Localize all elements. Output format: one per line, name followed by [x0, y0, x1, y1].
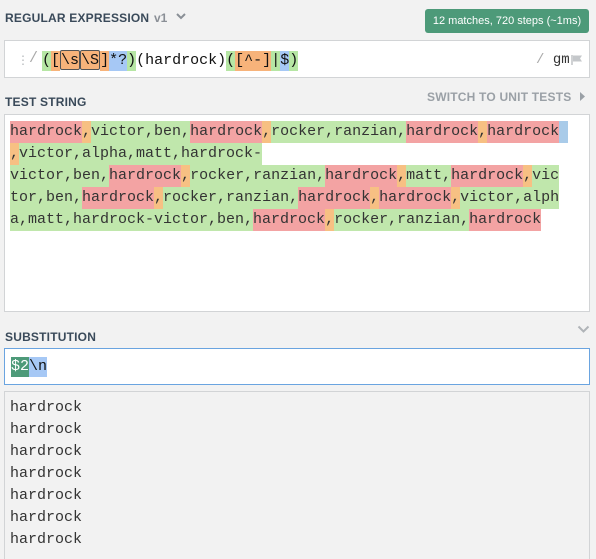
match-info-badge: 12 matches, 720 steps (~1ms) [425, 9, 589, 33]
result-line: hardrock [10, 487, 83, 504]
match-highlight: rocker,ranzian, [271, 121, 407, 143]
match-highlight: , [325, 209, 335, 231]
match-highlight: , [154, 187, 164, 209]
match-highlight: victor,ben, [91, 121, 191, 143]
match-group-highlight: hardrock [469, 209, 542, 231]
test-string-line[interactable]: ,victor,alpha,matt,hardrock- [10, 143, 584, 165]
regex-token[interactable]: ) [127, 51, 137, 71]
match-group-highlight: hardrock [82, 187, 155, 209]
match-highlight: a,matt,hardrock-victor,ben, [10, 209, 254, 231]
match-highlight: rocker,ranzian, [190, 165, 326, 187]
switch-to-unit-tests-link[interactable]: SWITCH TO UNIT TESTS [427, 90, 571, 104]
match-group-highlight: hardrock [487, 121, 560, 143]
regex-token[interactable]: | [271, 51, 281, 71]
regex-token[interactable]: ) [289, 51, 299, 71]
match-highlight: , [478, 121, 488, 143]
test-string-text[interactable]: hardrock,victor,ben,hardrock,rocker,ranz… [10, 121, 584, 231]
match-group-highlight: hardrock [109, 165, 182, 187]
match-highlight: , [262, 121, 272, 143]
match-highlight: rocker,ranzian, [163, 187, 299, 209]
result-line: hardrock [10, 399, 83, 416]
test-string-editor[interactable]: hardrock,victor,ben,hardrock,rocker,ranz… [4, 114, 590, 312]
substitution-input[interactable]: $2\n [4, 348, 590, 385]
regex-token[interactable]: ( [136, 51, 145, 71]
regex-token[interactable]: ] [100, 51, 110, 71]
regex-section-header: REGULAR EXPRESSION v1 12 matches, 720 st… [0, 0, 596, 33]
test-string-line[interactable]: victor,ben,hardrock,rocker,ranzian,hardr… [10, 165, 584, 187]
match-highlight: matt, [406, 165, 452, 187]
match-group-highlight: hardrock [253, 209, 326, 231]
regex-token[interactable]: [ [51, 51, 61, 71]
test-section-title: TEST STRING [5, 95, 87, 109]
match-highlight: , [181, 165, 191, 187]
match-highlight: , [10, 143, 20, 165]
regex-token[interactable]: ( [226, 51, 236, 71]
substitution-token[interactable]: \n [29, 357, 48, 377]
regex-token[interactable]: $ [280, 51, 290, 71]
match-group-highlight: hardrock [379, 187, 452, 209]
chevron-down-icon[interactable] [175, 9, 187, 23]
regex-flags[interactable]: / gm [536, 52, 570, 68]
match-highlight: , [397, 165, 407, 187]
match-highlight: , [82, 121, 92, 143]
caret-right-icon[interactable] [579, 92, 586, 101]
flag-icon[interactable] [570, 54, 584, 66]
regex-section-title: REGULAR EXPRESSION [5, 11, 150, 25]
match-group-highlight: hardrock [325, 165, 398, 187]
match-highlight: victor,alph [460, 187, 560, 209]
result-line: hardrock [10, 465, 83, 482]
match-group-highlight: hardrock [451, 165, 524, 187]
match-group-highlight: hardrock [190, 121, 263, 143]
chevron-down-icon[interactable] [577, 325, 590, 334]
substitution-token[interactable]: $2 [11, 357, 30, 377]
regex-delimiter-close: / [536, 52, 545, 68]
result-list: hardrock hardrock hardrock hardrock hardrock… [10, 397, 82, 551]
regex-delimiter-open: / [29, 50, 39, 67]
grip-dots-icon[interactable]: ⋮ [17, 53, 29, 67]
regex-token[interactable]: [^-] [235, 51, 272, 71]
regex-token[interactable]: *? [109, 51, 128, 71]
match-highlight: , [451, 187, 461, 209]
result-line: hardrock [10, 509, 83, 526]
regex-token[interactable]: ) [217, 51, 226, 71]
test-string-line[interactable]: a,matt,hardrock-victor,ben,hardrock,rock… [10, 209, 584, 231]
regex-input[interactable]: ⋮ / ([\s \S]*?)(hardrock)([^-]|$) / gm [4, 40, 590, 78]
regex-token[interactable]: hardrock [145, 51, 217, 71]
regex-pattern[interactable]: ([\s \S]*?)(hardrock)([^-]|$) [42, 50, 299, 71]
match-group-highlight: hardrock [10, 121, 83, 143]
substitution-section-title: SUBSTITUTION [5, 330, 97, 344]
result-line: hardrock [10, 443, 83, 460]
substitution-result: hardrock hardrock hardrock hardrock hardrock… [4, 391, 590, 559]
match-highlight: victor,ben, [10, 165, 110, 187]
match-highlight: tor,ben, [10, 187, 83, 209]
match-highlight: victor,alpha,matt,hardrock- [19, 143, 263, 165]
match-highlight [559, 121, 569, 143]
flags-value[interactable]: gm [553, 52, 570, 68]
test-string-line[interactable]: tor,ben,hardrock,rocker,ranzian,hardrock… [10, 187, 584, 209]
match-highlight: rocker,ranzian, [334, 209, 470, 231]
substitution-section-header[interactable]: SUBSTITUTION [0, 319, 596, 347]
match-group-highlight: hardrock [298, 187, 371, 209]
regex-token[interactable]: \s [60, 50, 81, 70]
test-string-line[interactable]: hardrock,victor,ben,hardrock,rocker,ranz… [10, 121, 584, 143]
regex-token[interactable]: \S [80, 50, 101, 70]
substitution-pattern[interactable]: $2\n [11, 357, 48, 377]
regex-token[interactable]: ( [42, 51, 52, 71]
match-highlight: vic [532, 165, 560, 187]
result-line: hardrock [10, 421, 83, 438]
match-highlight: , [523, 165, 533, 187]
match-highlight: , [370, 187, 380, 209]
result-line: hardrock [10, 531, 83, 548]
match-group-highlight: hardrock [406, 121, 479, 143]
version-label[interactable]: v1 [154, 11, 167, 25]
